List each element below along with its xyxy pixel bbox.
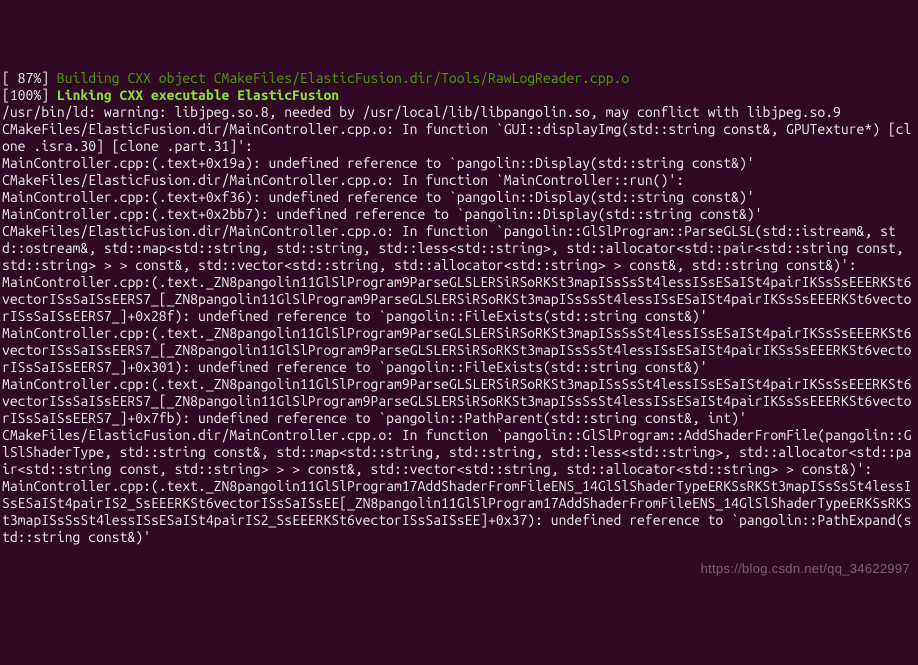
linker-output-line: MainController.cpp:(.text._ZN8pangolin11… <box>2 325 918 376</box>
watermark-text: https://blog.csdn.net/qq_34622997 <box>701 560 910 577</box>
linker-output-line: MainController.cpp:(.text._ZN8pangolin11… <box>2 376 918 427</box>
build-line-87: [ 87%] Building CXX object CMakeFiles/El… <box>2 70 918 87</box>
build-progress-87: [ 87%] <box>2 70 57 86</box>
linker-output-line: CMakeFiles/ElasticFusion.dir/MainControl… <box>2 172 918 189</box>
linker-output-line: /usr/bin/ld: warning: libjpeg.so.8, need… <box>2 104 918 121</box>
terminal-output[interactable]: [ 87%] Building CXX object CMakeFiles/El… <box>2 70 918 546</box>
linker-output-line: MainController.cpp:(.text+0xf36): undefi… <box>2 189 918 206</box>
build-progress-100: [100%] <box>2 87 57 103</box>
build-message-linking: Linking CXX executable ElasticFusion <box>57 87 339 103</box>
linker-output-line: CMakeFiles/ElasticFusion.dir/MainControl… <box>2 223 918 274</box>
linker-output-line: MainController.cpp:(.text._ZN8pangolin11… <box>2 274 918 325</box>
build-line-100: [100%] Linking CXX executable ElasticFus… <box>2 87 918 104</box>
linker-output-line: CMakeFiles/ElasticFusion.dir/MainControl… <box>2 427 918 478</box>
linker-output-line: CMakeFiles/ElasticFusion.dir/MainControl… <box>2 121 918 155</box>
linker-output-line: MainController.cpp:(.text+0x2bb7): undef… <box>2 206 918 223</box>
linker-output-line: MainController.cpp:(.text+0x19a): undefi… <box>2 155 918 172</box>
linker-output-line: MainController.cpp:(.text._ZN8pangolin11… <box>2 478 918 546</box>
build-message-building: Building CXX object CMakeFiles/ElasticFu… <box>57 70 629 86</box>
